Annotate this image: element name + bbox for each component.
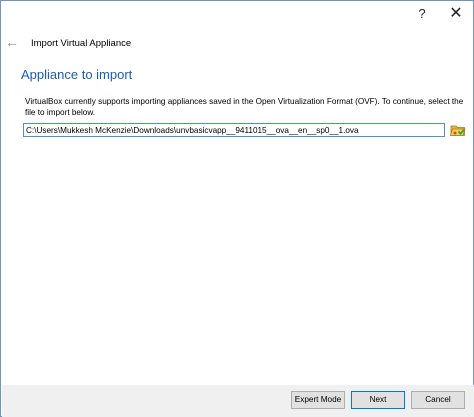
import-appliance-window: ? ✕ ← Import Virtual Appliance Appliance…: [0, 0, 474, 417]
cancel-button[interactable]: Cancel: [411, 391, 465, 409]
next-button[interactable]: Next: [351, 391, 405, 409]
folder-open-icon: [449, 125, 466, 136]
title-bar: ? ✕: [1, 1, 473, 29]
back-arrow-icon[interactable]: ←: [5, 34, 23, 50]
expert-mode-button[interactable]: Expert Mode: [291, 391, 345, 409]
open-file-button[interactable]: [449, 122, 466, 138]
description-text: VirtualBox currently supports importing …: [25, 97, 464, 117]
page-heading: Appliance to import: [21, 67, 133, 82]
help-button[interactable]: ?: [405, 1, 439, 29]
close-button[interactable]: ✕: [439, 1, 473, 29]
wizard-title: Import Virtual Appliance: [31, 38, 132, 49]
file-path-input[interactable]: [23, 123, 445, 137]
